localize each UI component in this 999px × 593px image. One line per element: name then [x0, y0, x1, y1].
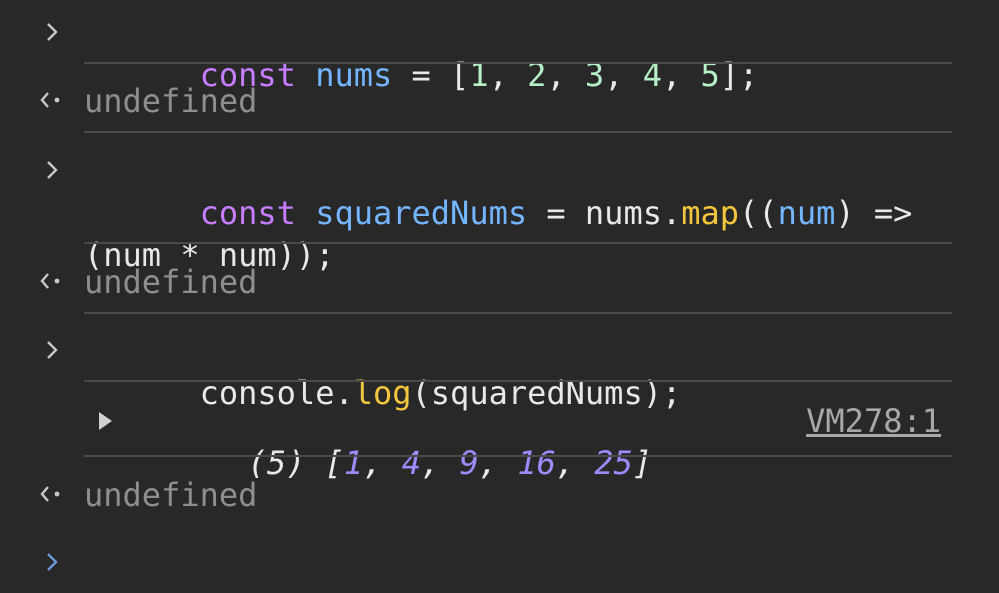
variable-token: num — [777, 194, 836, 232]
return-arrow-icon — [38, 80, 66, 120]
keyword-token: const — [199, 194, 296, 232]
entry-divider — [84, 380, 952, 382]
console-result-value: undefined — [84, 82, 258, 120]
return-arrow-icon — [38, 261, 66, 301]
entry-divider — [84, 312, 952, 314]
devtools-console: const nums = [1, 2, 3, 4, 5]; undefined … — [0, 0, 999, 593]
function-token: map — [681, 194, 740, 232]
chevron-right-icon — [38, 330, 66, 370]
return-arrow-icon — [38, 474, 66, 514]
code-token: = nums. — [527, 194, 682, 232]
variable-token: squaredNums — [315, 194, 528, 232]
entry-divider — [84, 242, 952, 244]
console-result-value: undefined — [84, 263, 258, 301]
chevron-right-icon — [38, 542, 66, 582]
code-token: (( — [739, 194, 778, 232]
triangle-right-icon[interactable] — [94, 400, 116, 442]
console-result-value: undefined — [84, 476, 258, 514]
entry-divider — [84, 455, 952, 457]
source-link[interactable]: VM278:1 — [806, 400, 941, 442]
entry-divider — [84, 131, 952, 133]
chevron-right-icon — [38, 12, 66, 52]
chevron-right-icon — [38, 150, 66, 190]
entry-divider — [84, 62, 952, 64]
